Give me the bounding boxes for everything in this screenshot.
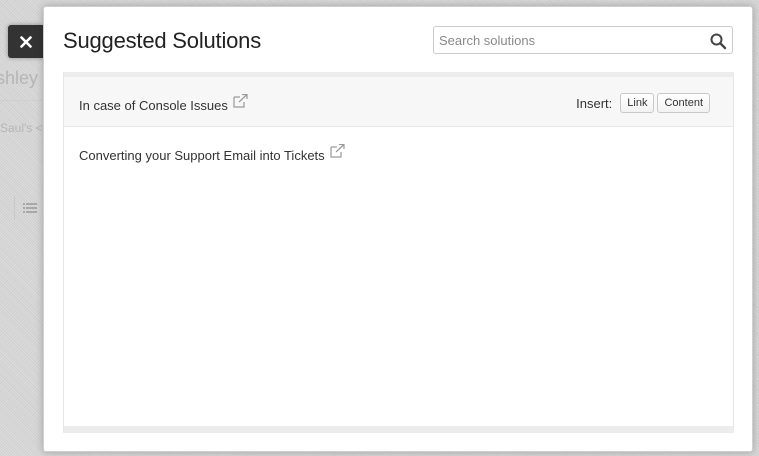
modal-title: Suggested Solutions [63,28,262,53]
search-icon[interactable] [709,32,727,50]
solution-link[interactable]: Converting your Support Email into Ticke… [79,148,325,163]
background-divider [0,100,42,101]
search-input[interactable] [439,31,694,49]
insert-label: Insert: [576,95,613,111]
external-link-icon[interactable] [233,93,248,108]
list-item: Converting your Support Email into Ticke… [64,127,733,177]
list-item: In case of Console Issues Insert: Link C… [64,77,733,127]
suggested-solutions-modal: Suggested Solutions In case of Console I… [43,6,753,452]
close-icon [19,35,32,48]
background-contact-name: shley [0,68,39,88]
insert-content-button[interactable]: Content [657,93,710,113]
search-box[interactable] [433,26,733,54]
external-link-icon[interactable] [330,143,345,158]
list-icon [14,196,45,220]
results-list: In case of Console Issues Insert: Link C… [63,72,734,433]
solution-link[interactable]: In case of Console Issues [79,98,228,113]
close-button[interactable] [8,25,43,58]
insert-group: Insert: Link Content [576,93,710,113]
insert-link-button[interactable]: Link [620,93,655,113]
background-from-text: Saul's < [0,121,43,135]
